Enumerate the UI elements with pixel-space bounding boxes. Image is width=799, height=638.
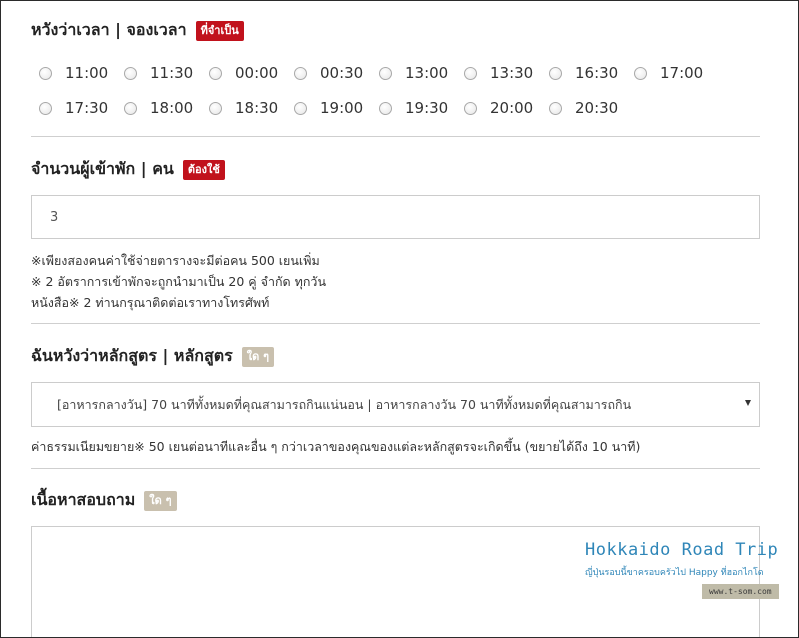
time-option[interactable]: 17:30 xyxy=(39,99,124,117)
time-option-label: 17:30 xyxy=(65,99,109,117)
time-option-label: 00:00 xyxy=(235,64,279,82)
time-option-label: 20:00 xyxy=(490,99,534,117)
time-option[interactable]: 13:00 xyxy=(379,64,464,82)
time-option[interactable]: 00:30 xyxy=(294,64,379,82)
caret-down-icon xyxy=(745,400,751,406)
time-option-label: 16:30 xyxy=(575,64,619,82)
optional-badge: ใด ๆ xyxy=(144,490,177,511)
radio-button[interactable] xyxy=(124,101,137,115)
time-option[interactable]: 00:00 xyxy=(209,64,294,82)
radio-button[interactable] xyxy=(379,66,392,80)
time-option[interactable]: 20:30 xyxy=(549,99,634,117)
guests-notes: ※เพียงสองคนค่าใช้จ่ายตารางจะมีต่อคน 500 … xyxy=(31,250,326,313)
guests-note-line: ※ 2 อัตราการเข้าพักจะถูกนำมาเป็น 20 คู่ … xyxy=(31,274,326,289)
time-option[interactable]: 17:00 xyxy=(634,64,719,82)
time-heading-label: หวังว่าเวลา | จองเวลา xyxy=(31,20,187,39)
radio-button[interactable] xyxy=(634,66,647,80)
radio-button[interactable] xyxy=(549,101,562,115)
radio-button[interactable] xyxy=(39,101,52,115)
time-option-label: 11:00 xyxy=(65,64,109,82)
time-option[interactable]: 13:30 xyxy=(464,64,549,82)
radio-button[interactable] xyxy=(464,66,477,80)
time-heading: หวังว่าเวลา | จองเวลา ที่จำเป็น xyxy=(31,18,244,43)
time-option[interactable]: 19:30 xyxy=(379,99,464,117)
radio-button[interactable] xyxy=(379,101,392,115)
time-option-label: 17:00 xyxy=(660,64,704,82)
inquiry-heading-label: เนื้อหาสอบถาม xyxy=(31,490,136,509)
time-options-row-2: 17:30 18:00 18:30 19:00 19:30 20:00 20:30 xyxy=(39,99,634,117)
radio-button[interactable] xyxy=(209,101,222,115)
course-select-value: [อาหารกลางวัน] 70 นาทีทั้งหมดที่คุณสามาร… xyxy=(57,396,632,412)
course-note: ค่าธรรมเนียมขยาย※ 50 เยนต่อนาทีและอื่น ๆ… xyxy=(31,439,641,454)
radio-button[interactable] xyxy=(39,66,52,80)
radio-button[interactable] xyxy=(124,66,137,80)
divider xyxy=(31,323,760,324)
guests-heading: จำนวนผู้เข้าพัก | คน ต้องใช้ xyxy=(31,157,225,182)
time-option[interactable]: 16:30 xyxy=(549,64,634,82)
course-heading-label: ฉันหวังว่าหลักสูตร | หลักสูตร xyxy=(31,346,233,365)
time-option[interactable]: 11:30 xyxy=(124,64,209,82)
time-option[interactable]: 20:00 xyxy=(464,99,549,117)
divider xyxy=(31,136,760,137)
watermark-logo: Hokkaido Road Trip ญี่ปุ่นรอบนี้ขาครอบคร… xyxy=(585,540,785,599)
time-option[interactable]: 11:00 xyxy=(39,64,124,82)
required-badge: ต้องใช้ xyxy=(182,159,225,180)
guest-count-input[interactable] xyxy=(31,195,760,239)
radio-button[interactable] xyxy=(464,101,477,115)
watermark-title: Hokkaido Road Trip xyxy=(585,540,779,560)
course-heading: ฉันหวังว่าหลักสูตร | หลักสูตร ใด ๆ xyxy=(31,344,274,369)
time-option-label: 13:00 xyxy=(405,64,449,82)
radio-button[interactable] xyxy=(294,101,307,115)
watermark-url: www.t-som.com xyxy=(702,584,779,599)
radio-button[interactable] xyxy=(294,66,307,80)
time-option[interactable]: 18:30 xyxy=(209,99,294,117)
guests-heading-label: จำนวนผู้เข้าพัก | คน xyxy=(31,159,174,178)
time-option-label: 18:30 xyxy=(235,99,279,117)
time-options-row-1: 11:00 11:30 00:00 00:30 13:00 13:30 16:30 17:00 xyxy=(39,64,719,82)
time-option[interactable]: 19:00 xyxy=(294,99,379,117)
time-option-label: 13:30 xyxy=(490,64,534,82)
time-option-label: 19:00 xyxy=(320,99,364,117)
watermark-subtitle: ญี่ปุ่นรอบนี้ขาครอบครัวไป Happy ที่ฮอกไก… xyxy=(585,568,764,578)
radio-button[interactable] xyxy=(549,66,562,80)
course-select[interactable]: [อาหารกลางวัน] 70 นาทีทั้งหมดที่คุณสามาร… xyxy=(31,382,760,427)
required-badge: ที่จำเป็น xyxy=(195,20,244,41)
time-option-label: 20:30 xyxy=(575,99,619,117)
divider xyxy=(31,468,760,469)
guests-note-line: ※เพียงสองคนค่าใช้จ่ายตารางจะมีต่อคน 500 … xyxy=(31,253,320,268)
guests-note-line: หนังสือ※ 2 ท่านกรุณาติดต่อเราทางโทรศัพท์ xyxy=(31,295,270,310)
time-option-label: 00:30 xyxy=(320,64,364,82)
time-option-label: 11:30 xyxy=(150,64,194,82)
radio-button[interactable] xyxy=(209,66,222,80)
time-option-label: 19:30 xyxy=(405,99,449,117)
time-option-label: 18:00 xyxy=(150,99,194,117)
optional-badge: ใด ๆ xyxy=(241,346,274,367)
time-option[interactable]: 18:00 xyxy=(124,99,209,117)
inquiry-heading: เนื้อหาสอบถาม ใด ๆ xyxy=(31,488,177,513)
